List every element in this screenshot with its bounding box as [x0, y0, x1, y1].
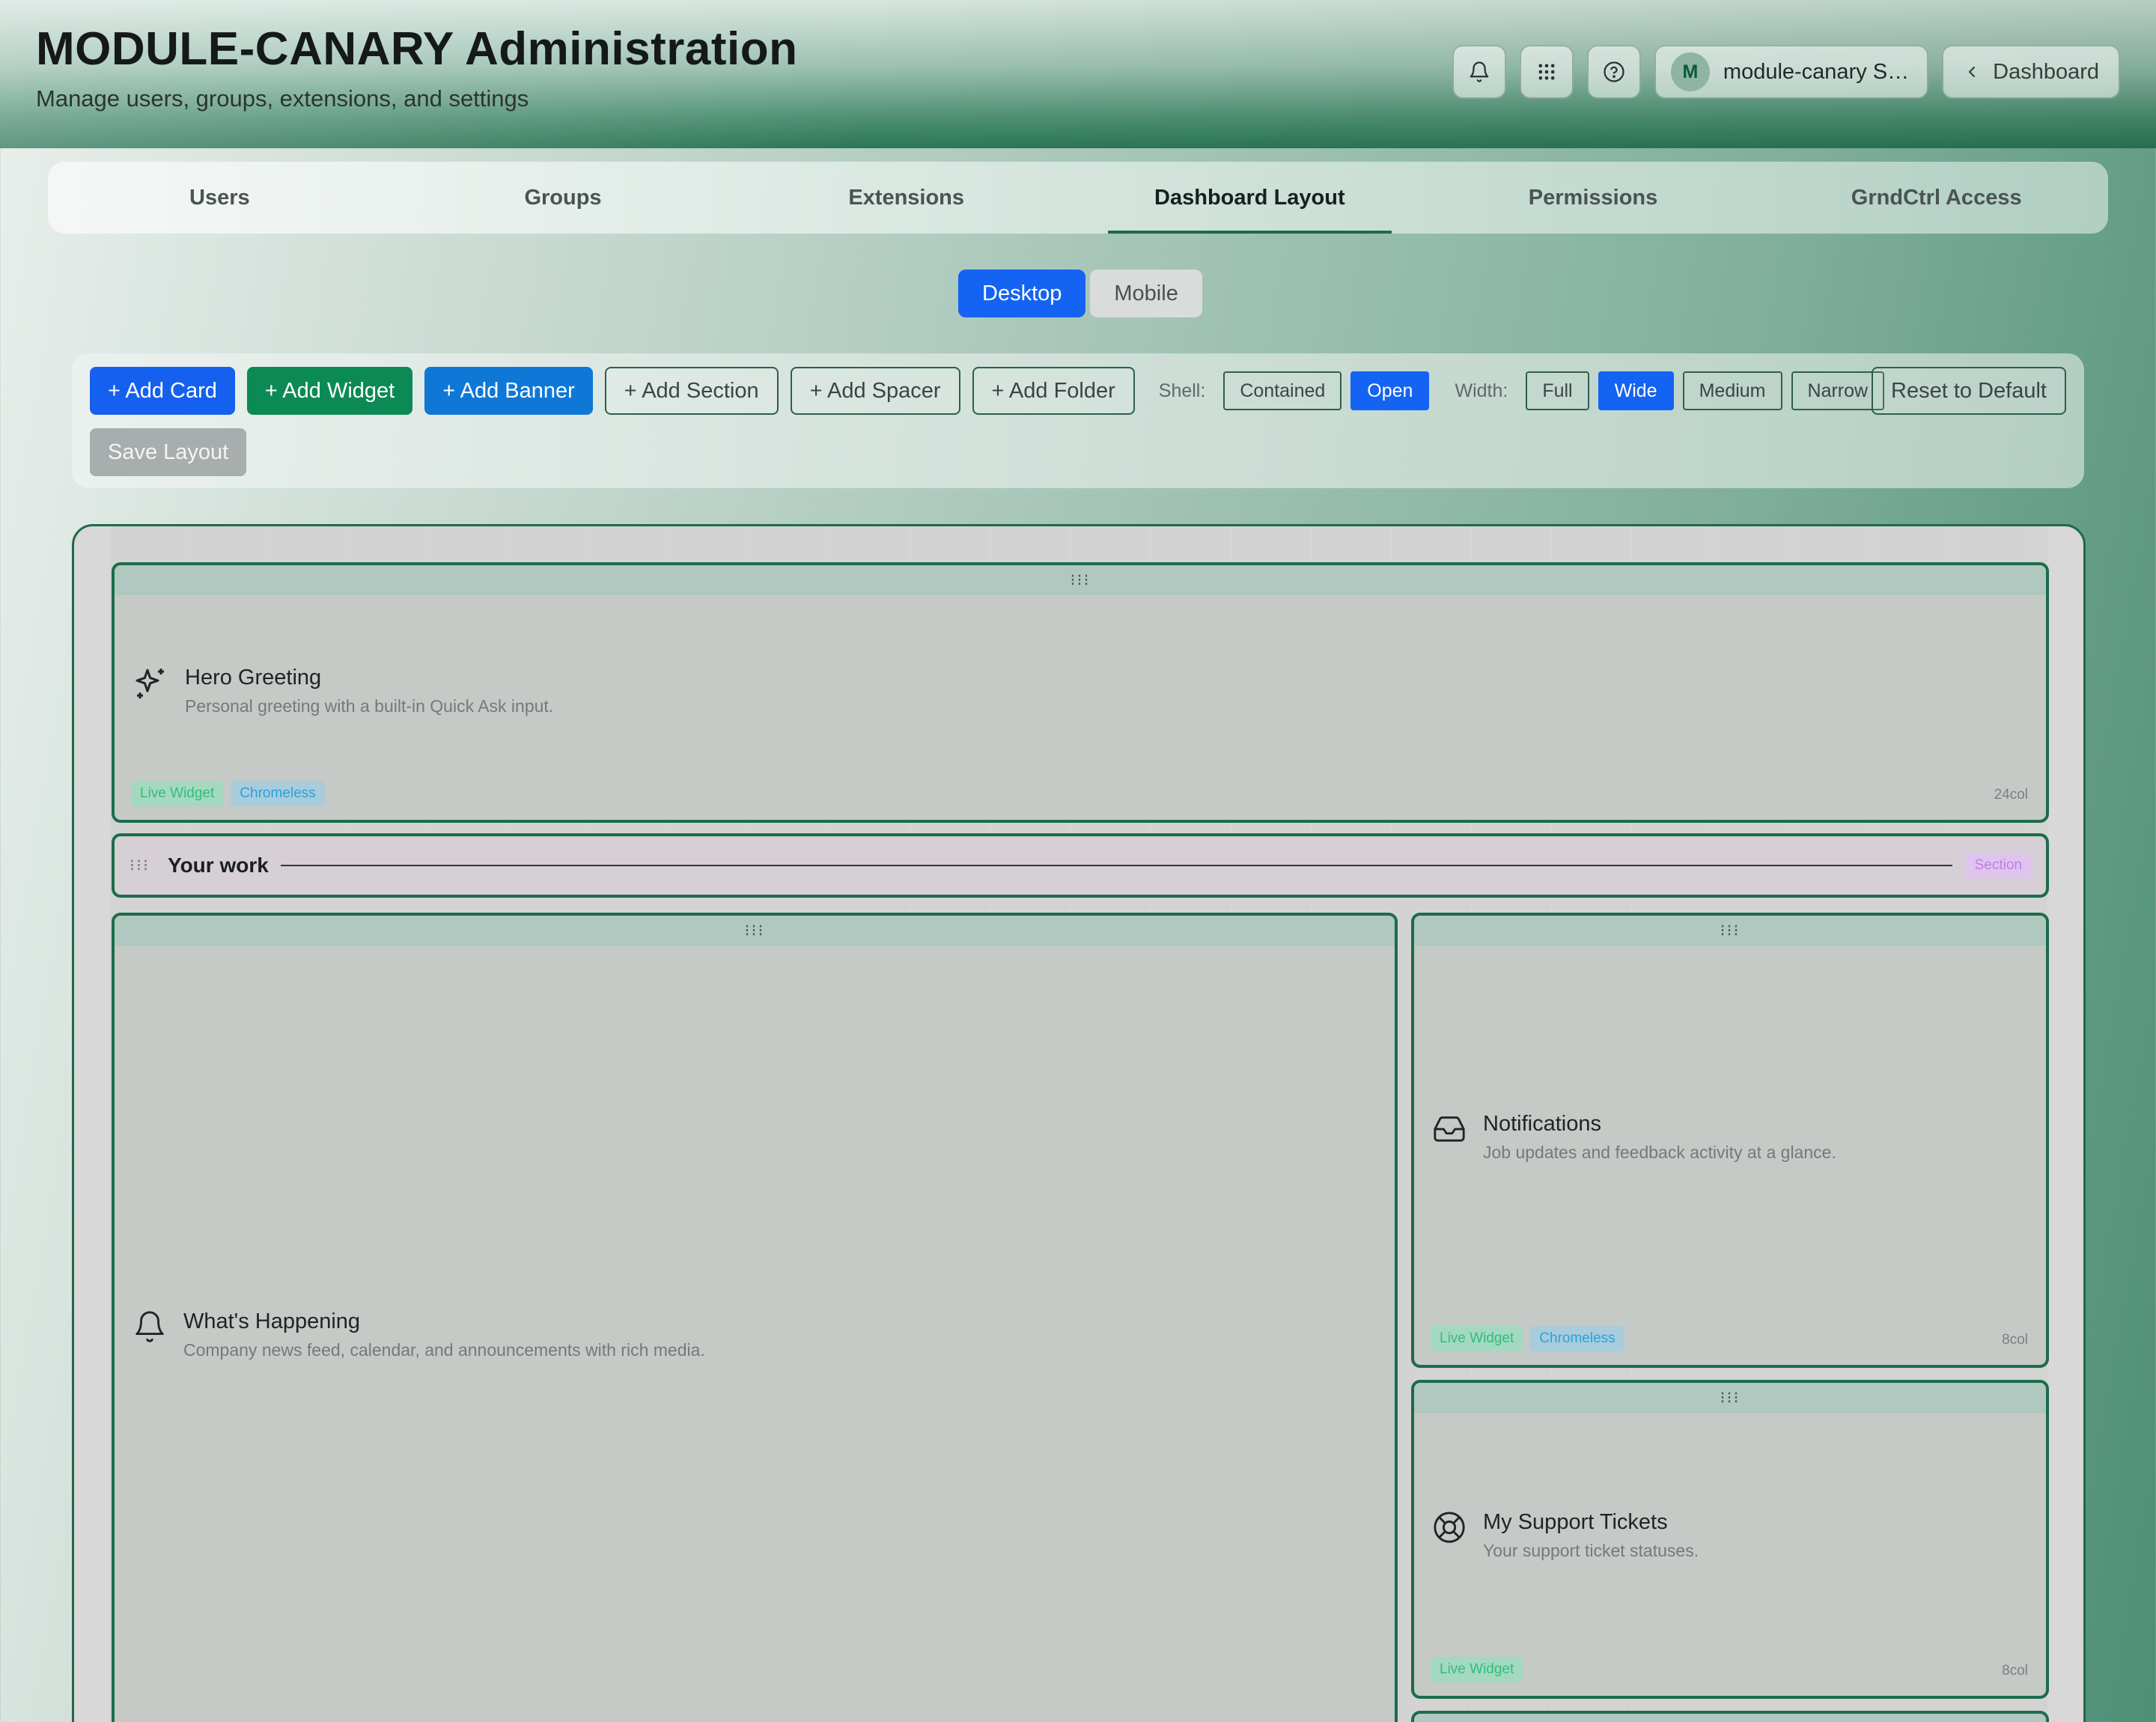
add-widget-button[interactable]: + Add Widget [246, 367, 413, 415]
layout-card-whats-happening[interactable]: ⁝⁝⁝ What's Happening Company news feed, … [112, 913, 1398, 1722]
tab-extensions[interactable]: Extensions [734, 162, 1078, 234]
tab-dashboard-layout[interactable]: Dashboard Layout [1078, 162, 1422, 234]
card-description: Personal greeting with a built-in Quick … [185, 696, 554, 716]
drag-handle[interactable]: ⁝⁝⁝ [1414, 1383, 2046, 1413]
chromeless-badge: Chromeless [231, 781, 325, 806]
card-title: Hero Greeting [185, 666, 322, 690]
avatar: M [1670, 52, 1710, 91]
card-title: My Support Tickets [1483, 1510, 1668, 1534]
column-size-label: 24col [1994, 787, 2028, 803]
card-description: Your support ticket statuses. [1483, 1541, 1699, 1560]
layout-canvas: ⁝⁝⁝ Hero Greeting Personal greeting with… [72, 524, 2086, 1722]
width-full-option[interactable]: Full [1526, 371, 1589, 410]
desktop-toggle[interactable]: Desktop [958, 270, 1086, 317]
shell-label: Shell: [1158, 380, 1206, 401]
inbox-icon [1434, 1116, 1465, 1142]
layout-section-your-work[interactable]: ⁝⁝⁝ Your work Section [112, 833, 2049, 898]
column-size-label: 8col [2002, 1663, 2028, 1679]
reset-to-default-button[interactable]: Reset to Default [1872, 367, 2066, 415]
mobile-toggle[interactable]: Mobile [1090, 270, 1202, 317]
drag-handle[interactable] [1414, 1714, 2046, 1722]
tab-label: Dashboard Layout [1154, 185, 1345, 210]
drag-handle[interactable]: ⁝⁝⁝ [115, 565, 2046, 595]
card-title: Notifications [1483, 1112, 1601, 1136]
user-menu-button[interactable]: M module-canary S… [1654, 45, 1929, 99]
card-title: What's Happening [183, 1309, 361, 1333]
bell-icon [1470, 61, 1489, 82]
live-widget-badge: Live Widget [131, 781, 224, 806]
layout-card-support-tickets[interactable]: ⁝⁝⁝ My Support Tickets Your support tick… [1411, 1380, 2049, 1699]
shell-contained-option[interactable]: Contained [1223, 371, 1342, 410]
width-wide-option[interactable]: Wide [1598, 371, 1674, 410]
tab-users[interactable]: Users [48, 162, 392, 234]
card-description: Company news feed, calendar, and announc… [183, 1340, 705, 1360]
tab-grndctrl-access[interactable]: GrndCtrl Access [1764, 162, 2108, 234]
sparkle-icon [135, 669, 164, 699]
page-header: MODULE-CANARY Administration Manage user… [0, 0, 2156, 148]
card-description: Job updates and feedback activity at a g… [1483, 1143, 1836, 1162]
back-label: Dashboard [1993, 59, 2099, 84]
notifications-button[interactable] [1452, 45, 1506, 99]
tab-groups[interactable]: Groups [392, 162, 735, 234]
shell-open-option[interactable]: Open [1350, 371, 1430, 410]
bell-icon [135, 1311, 164, 1342]
width-medium-option[interactable]: Medium [1682, 371, 1782, 410]
drag-handle[interactable]: ⁝⁝⁝ [1414, 916, 2046, 946]
tab-permissions[interactable]: Permissions [1422, 162, 1765, 234]
live-widget-badge: Live Widget [1431, 1657, 1523, 1682]
apps-button[interactable] [1519, 45, 1574, 99]
back-to-dashboard-button[interactable]: Dashboard [1942, 45, 2120, 99]
layout-card-hero-greeting[interactable]: ⁝⁝⁝ Hero Greeting Personal greeting with… [112, 562, 2049, 823]
chromeless-badge: Chromeless [1530, 1326, 1624, 1351]
add-folder-button[interactable]: + Add Folder [972, 367, 1135, 415]
drag-handle[interactable]: ⁝⁝⁝ [115, 916, 1395, 946]
tab-label: Users [189, 185, 250, 210]
add-spacer-button[interactable]: + Add Spacer [790, 367, 960, 415]
admin-tabs: Users Groups Extensions Dashboard Layout… [48, 162, 2108, 234]
save-layout-button[interactable]: Save Layout [90, 428, 247, 476]
grip-icon: ⁝⁝⁝ [1720, 1388, 1741, 1407]
live-widget-badge: Live Widget [1431, 1326, 1523, 1351]
view-toggle: Desktop Mobile [958, 270, 1202, 317]
grip-icon[interactable]: ⁝⁝⁝ [130, 857, 150, 874]
tab-label: GrndCtrl Access [1851, 185, 2022, 210]
header-actions: M module-canary S… Dashboard [1452, 45, 2120, 99]
page-subtitle: Manage users, groups, extensions, and se… [36, 85, 529, 112]
tab-label: Extensions [848, 185, 965, 210]
grip-icon: ⁝⁝⁝ [744, 921, 765, 940]
layout-toolbar: + Add Card + Add Widget + Add Banner + A… [72, 353, 2084, 488]
user-name: module-canary S… [1723, 59, 1910, 84]
width-label: Width: [1455, 380, 1508, 401]
help-button[interactable] [1586, 45, 1641, 99]
tab-label: Groups [524, 185, 602, 210]
tab-label: Permissions [1528, 185, 1658, 210]
layout-card-partial[interactable] [1411, 1711, 2049, 1722]
add-section-button[interactable]: + Add Section [604, 367, 779, 415]
section-badge: Section [1965, 853, 2031, 878]
grid-icon [1538, 64, 1555, 80]
width-narrow-option[interactable]: Narrow [1791, 371, 1885, 410]
grip-icon: ⁝⁝⁝ [1720, 921, 1741, 940]
add-banner-button[interactable]: + Add Banner [424, 367, 593, 415]
help-icon [1604, 61, 1624, 82]
lifebuoy-icon [1434, 1512, 1465, 1543]
section-title: Your work [167, 854, 269, 877]
column-size-label: 8col [2002, 1332, 2028, 1348]
add-card-button[interactable]: + Add Card [90, 367, 235, 415]
page-title: MODULE-CANARY Administration [36, 23, 798, 75]
layout-card-notifications[interactable]: ⁝⁝⁝ Notifications Job updates and feedba… [1411, 913, 2049, 1368]
grip-icon: ⁝⁝⁝ [1070, 571, 1091, 589]
section-divider [280, 865, 1952, 866]
chevron-left-icon [1969, 66, 1976, 78]
